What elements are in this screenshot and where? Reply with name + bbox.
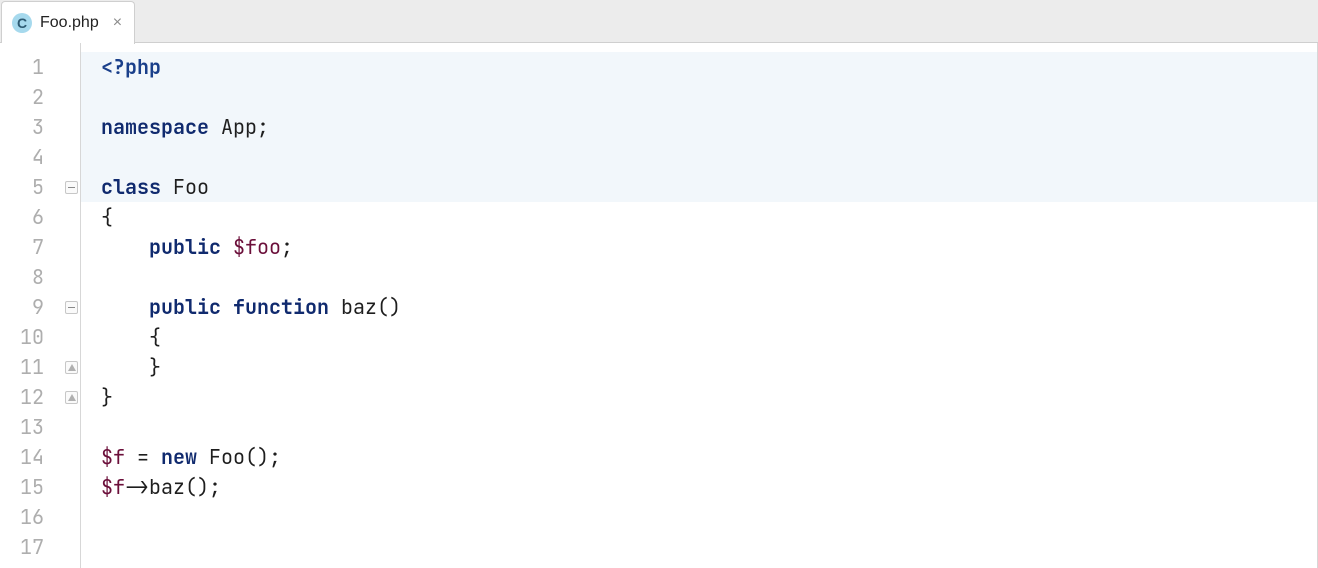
fold-gutter-cell — [52, 82, 80, 112]
file-tab[interactable]: C Foo.php × — [1, 1, 135, 44]
fold-gutter-cell — [52, 472, 80, 502]
line-number: 6 — [0, 202, 52, 232]
code-line[interactable]: $f = new Foo(); — [81, 442, 1317, 472]
code-token: new — [161, 444, 197, 470]
code-token: { — [101, 324, 161, 350]
line-number-gutter: 1234567891011121314151617 — [0, 43, 52, 568]
line-number: 16 — [0, 502, 52, 532]
line-number: 12 — [0, 382, 52, 412]
code-token: class — [101, 174, 161, 200]
code-token: <?php — [101, 54, 161, 80]
code-line[interactable]: } — [81, 352, 1317, 382]
line-number: 1 — [0, 52, 52, 82]
line-number: 14 — [0, 442, 52, 472]
line-number: 15 — [0, 472, 52, 502]
fold-gutter-cell — [52, 202, 80, 232]
code-line[interactable]: namespace App; — [81, 112, 1317, 142]
line-number: 7 — [0, 232, 52, 262]
fold-gutter — [52, 43, 80, 568]
code-area[interactable]: <?phpnamespace App;class Foo{ public $fo… — [80, 43, 1318, 568]
line-number: 11 — [0, 352, 52, 382]
code-line[interactable] — [81, 532, 1317, 562]
fold-gutter-cell — [52, 112, 80, 142]
fold-gutter-cell — [52, 412, 80, 442]
close-icon[interactable]: × — [113, 14, 122, 32]
code-token: function — [233, 294, 329, 320]
code-token: } — [101, 354, 161, 380]
code-line[interactable]: class Foo — [81, 172, 1317, 202]
code-line[interactable]: $f->baz(); — [81, 472, 1317, 502]
code-token: { — [101, 204, 113, 230]
line-number: 2 — [0, 82, 52, 112]
fold-gutter-cell — [52, 232, 80, 262]
code-token: $f — [101, 444, 125, 470]
code-token: public — [149, 234, 221, 260]
code-token: public — [149, 294, 221, 320]
fold-open-icon[interactable] — [65, 301, 78, 314]
tab-bar: C Foo.php × — [0, 0, 1318, 43]
code-line[interactable]: public function baz() — [81, 292, 1317, 322]
code-line[interactable] — [81, 262, 1317, 292]
line-number: 8 — [0, 262, 52, 292]
code-token: (); — [185, 474, 221, 500]
fold-gutter-cell — [52, 352, 80, 382]
code-line[interactable]: public $foo; — [81, 232, 1317, 262]
code-line[interactable]: } — [81, 382, 1317, 412]
code-token — [221, 294, 233, 320]
line-number: 5 — [0, 172, 52, 202]
code-line[interactable] — [81, 502, 1317, 532]
line-number: 9 — [0, 292, 52, 322]
editor: 1234567891011121314151617 <?phpnamespace… — [0, 43, 1318, 568]
code-token: } — [101, 384, 113, 410]
fold-open-icon[interactable] — [65, 181, 78, 194]
fold-gutter-cell — [52, 292, 80, 322]
code-line[interactable]: { — [81, 322, 1317, 352]
code-token — [101, 294, 149, 320]
line-number: 17 — [0, 532, 52, 562]
code-token: Foo(); — [197, 444, 281, 470]
fold-close-icon[interactable] — [65, 361, 78, 374]
fold-gutter-cell — [52, 52, 80, 82]
code-token: baz — [149, 474, 185, 500]
line-number: 10 — [0, 322, 52, 352]
line-number: 4 — [0, 142, 52, 172]
code-token — [329, 294, 341, 320]
line-number: 13 — [0, 412, 52, 442]
code-token: -> — [125, 474, 149, 500]
fold-gutter-cell — [52, 262, 80, 292]
fold-gutter-cell — [52, 382, 80, 412]
code-token: App; — [209, 114, 269, 140]
fold-gutter-cell — [52, 142, 80, 172]
code-line[interactable]: <?php — [81, 52, 1317, 82]
fold-gutter-cell — [52, 172, 80, 202]
code-line[interactable] — [81, 82, 1317, 112]
fold-gutter-cell — [52, 322, 80, 352]
code-line[interactable]: { — [81, 202, 1317, 232]
code-token: $foo — [233, 234, 281, 260]
code-token: namespace — [101, 114, 209, 140]
code-line[interactable] — [81, 412, 1317, 442]
code-token: baz — [341, 294, 377, 320]
code-line[interactable] — [81, 142, 1317, 172]
class-file-icon: C — [12, 13, 32, 33]
code-token: $f — [101, 474, 125, 500]
line-number: 3 — [0, 112, 52, 142]
fold-gutter-cell — [52, 532, 80, 562]
tab-filename: Foo.php — [40, 14, 99, 32]
code-token — [221, 234, 233, 260]
code-token: = — [125, 444, 161, 470]
code-token: Foo — [161, 174, 209, 200]
code-token: ; — [281, 234, 293, 260]
fold-gutter-cell — [52, 442, 80, 472]
code-token: () — [377, 294, 401, 320]
fold-close-icon[interactable] — [65, 391, 78, 404]
code-token — [101, 234, 149, 260]
fold-gutter-cell — [52, 502, 80, 532]
